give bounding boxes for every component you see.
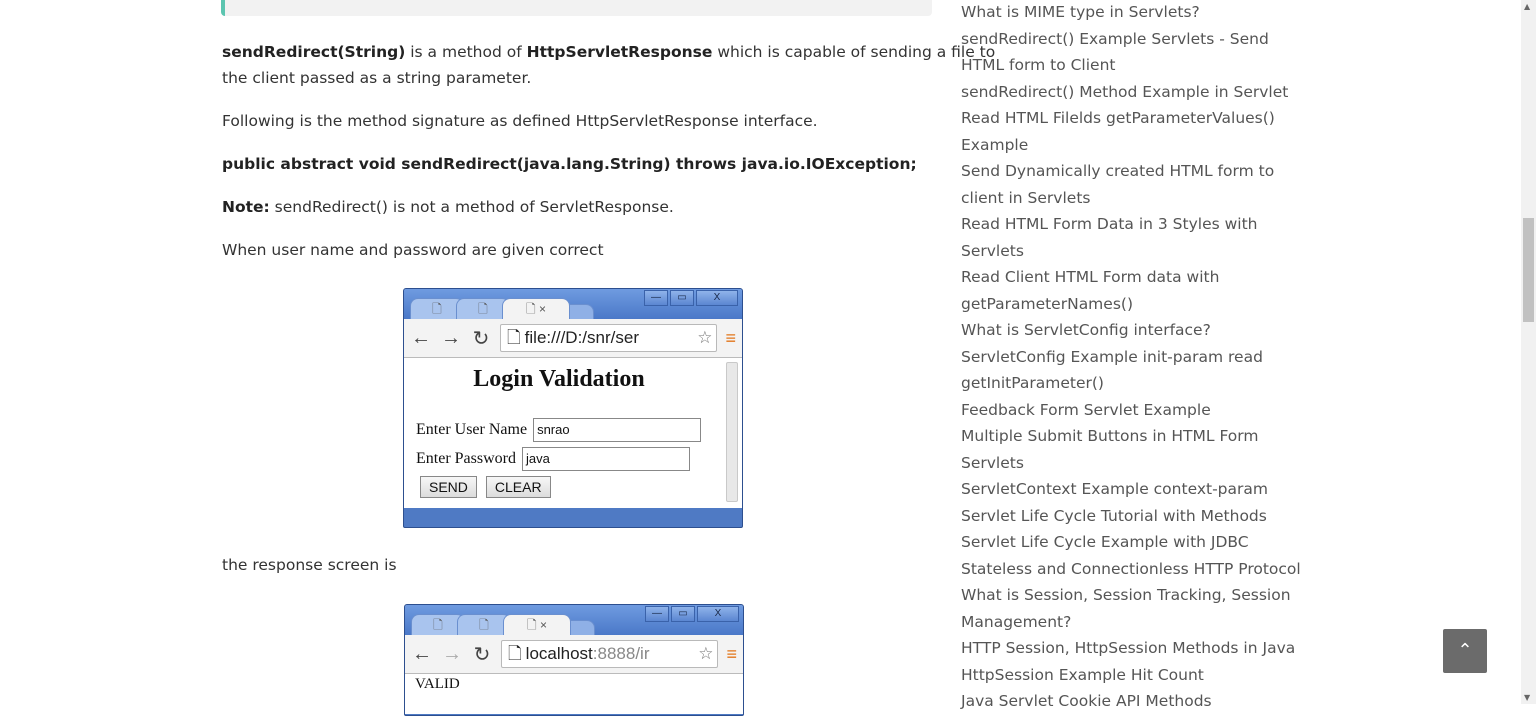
login-title: Login Validation [473, 366, 645, 392]
page-scrollbar[interactable]: ▲ ▼ [1521, 0, 1536, 704]
sidebar-link[interactable]: HTML form to Client [961, 52, 1301, 79]
username-label: Enter User Name [416, 421, 528, 438]
sidebar-link[interactable]: HTTP Session, HttpSession Methods in Jav… [961, 635, 1301, 662]
browser-toolbar: ← → ↻ 🗋 localhost:8888/ir ☆ ≡ [405, 635, 743, 674]
class-name: HttpServletResponse [526, 43, 713, 61]
window-scrollbar [726, 362, 738, 502]
url-text: localhost:8888/ir [525, 644, 650, 663]
sidebar-link[interactable]: Management? [961, 609, 1301, 636]
sidebar-link[interactable]: Servlet Life Cycle Example with JDBC [961, 529, 1301, 556]
sidebar-link[interactable]: Servlets [961, 238, 1301, 265]
back-to-top-button[interactable]: ⌃ [1443, 629, 1487, 673]
window-titlebar: — ▭ X 🗋 🗋 🗋 × [405, 605, 743, 635]
maximize-icon: ▭ [671, 606, 695, 622]
browser-content: VALID [405, 674, 743, 714]
sidebar-link[interactable]: client in Servlets [961, 185, 1301, 212]
password-row: Enter Password java [416, 447, 690, 471]
sidebar-link[interactable]: sendRedirect() Example Servlets - Send [961, 26, 1301, 53]
sidebar-link[interactable]: Multiple Submit Buttons in HTML Form [961, 423, 1301, 450]
sidebar-link[interactable]: Read Client HTML Form data with [961, 264, 1301, 291]
sidebar-link[interactable]: ServletConfig Example init-param read [961, 344, 1301, 371]
note-paragraph: Note: sendRedirect() is not a method of … [222, 198, 674, 216]
password-field: java [521, 447, 690, 471]
login-form-screenshot: — ▭ X 🗋 🗋 🗋 × ← → ↻ 🗋 file:///D:/snr/ser… [403, 288, 743, 528]
paragraph-signature-intro: Following is the method signature as def… [222, 112, 818, 130]
method-name: sendRedirect(String) [222, 43, 406, 61]
reload-icon: ↻ [472, 327, 490, 350]
scroll-down-icon[interactable]: ▼ [1524, 693, 1530, 702]
reload-icon: ↻ [473, 643, 491, 666]
star-icon: ☆ [698, 644, 714, 663]
response-text: VALID [415, 676, 460, 692]
sidebar-link[interactable]: What is Session, Session Tracking, Sessi… [961, 582, 1301, 609]
browser-toolbar: ← → ↻ 🗋 file:///D:/snr/ser ☆ ≡ [404, 319, 742, 358]
scroll-up-icon[interactable]: ▲ [1524, 2, 1530, 11]
page-icon: 🗋 [479, 618, 489, 632]
paragraph-response: the response screen is [222, 556, 397, 574]
back-icon: ← [412, 642, 432, 665]
page-icon: 🗋 [525, 302, 536, 316]
sidebar-link[interactable]: Send Dynamically created HTML form to [961, 158, 1301, 185]
clear-button: CLEAR [485, 476, 551, 498]
sidebar-link[interactable]: Stateless and Connectionless HTTP Protoc… [961, 556, 1301, 583]
page-icon: 🗋 [432, 302, 442, 316]
sidebar-link[interactable]: Example [961, 132, 1301, 159]
sidebar-link[interactable]: Java Servlet Cookie API Methods [961, 688, 1301, 715]
quote-block [221, 0, 932, 16]
response-screenshot: — ▭ X 🗋 🗋 🗋 × ← → ↻ 🗋 localhost:8888/ir … [404, 604, 744, 716]
sidebar-link[interactable]: Feedback Form Servlet Example [961, 397, 1301, 424]
close-icon: X [697, 606, 739, 622]
tab-close-icon: × [538, 302, 546, 316]
page-icon: 🗋 [508, 644, 522, 663]
minimize-icon: — [644, 290, 668, 306]
address-bar: 🗋 localhost:8888/ir ☆ [501, 640, 719, 668]
form-buttons: SEND CLEAR [420, 476, 551, 498]
paragraph-correct-login: When user name and password are given co… [222, 241, 604, 259]
window-titlebar: — ▭ X 🗋 🗋 🗋 × [404, 289, 742, 319]
page-icon: 🗋 [507, 328, 521, 347]
close-icon: X [696, 290, 738, 306]
star-icon: ☆ [697, 328, 713, 347]
related-links-sidebar: What is MIME type in Servlets? sendRedire… [961, 0, 1301, 715]
page-icon: 🗋 [478, 302, 488, 316]
sidebar-link[interactable]: HttpSession Example Hit Count [961, 662, 1301, 689]
address-bar: 🗋 file:///D:/snr/ser ☆ [500, 324, 718, 352]
back-icon: ← [411, 326, 431, 349]
browser-content: Login Validation Enter User Name snrao E… [404, 358, 742, 508]
sidebar-link[interactable]: What is ServletConfig interface? [961, 317, 1301, 344]
sidebar-link[interactable]: Read HTML Filelds getParameterValues() [961, 105, 1301, 132]
tab-active: 🗋 × [502, 298, 570, 319]
forward-icon: → [442, 642, 462, 665]
method-signature: public abstract void sendRedirect(java.l… [222, 155, 917, 173]
sidebar-link[interactable]: What is MIME type in Servlets? [961, 0, 1301, 26]
page-icon: 🗋 [526, 618, 537, 632]
sidebar-link[interactable]: Read HTML Form Data in 3 Styles with [961, 211, 1301, 238]
password-label: Enter Password [416, 450, 516, 467]
sidebar-link[interactable]: sendRedirect() Method Example in Servlet [961, 79, 1301, 106]
paragraph-intro: sendRedirect(String) is a method of Http… [222, 43, 996, 87]
scrollbar-thumb[interactable] [1523, 218, 1534, 322]
menu-icon: ≡ [725, 327, 736, 348]
username-row: Enter User Name snrao [416, 418, 702, 442]
sidebar-link[interactable]: ServletContext Example context-param [961, 476, 1301, 503]
minimize-icon: — [645, 606, 669, 622]
sidebar-link[interactable]: Servlets [961, 450, 1301, 477]
forward-icon: → [441, 326, 461, 349]
username-field: snrao [533, 418, 702, 442]
sidebar-link[interactable]: Servlet Life Cycle Tutorial with Methods [961, 503, 1301, 530]
send-button: SEND [420, 476, 477, 498]
menu-icon: ≡ [726, 643, 737, 664]
page-icon: 🗋 [433, 618, 443, 632]
sidebar-link[interactable]: getParameterNames() [961, 291, 1301, 318]
tab-close-icon: × [539, 618, 547, 632]
sidebar-link[interactable]: getInitParameter() [961, 370, 1301, 397]
chevron-up-icon: ⌃ [1457, 640, 1473, 661]
maximize-icon: ▭ [670, 290, 694, 306]
url-text: file:///D:/snr/ser [524, 328, 639, 347]
tab-active: 🗋 × [503, 614, 571, 635]
